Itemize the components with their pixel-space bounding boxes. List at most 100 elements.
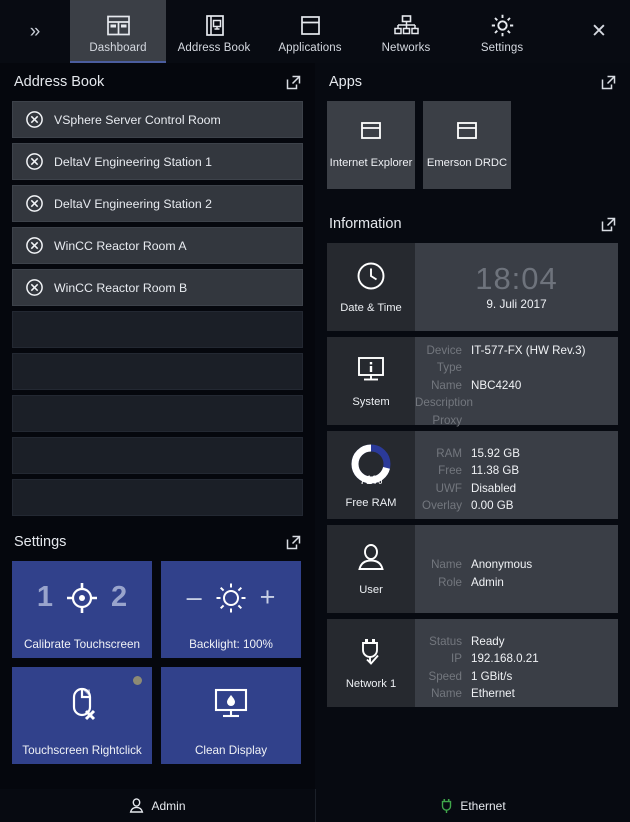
info-row-key: Speed (428, 669, 462, 683)
brightness-icon: – + (161, 561, 301, 634)
information-cards: Date & Time 18:04 9. Juli 2017 System De… (315, 243, 630, 707)
dashboard-app: » Dashboard Address Book Applications Ne… (0, 0, 630, 822)
app-tile-label: Emerson DRDC (426, 157, 508, 169)
address-book-row-empty[interactable] (12, 479, 303, 516)
nav-tab-list: Dashboard Address Book Applications Netw… (70, 0, 568, 63)
ram-icon-pane: 71% Free RAM (327, 431, 415, 519)
info-row-value: 11.38 GB (471, 464, 520, 477)
tile-right-text: + (259, 581, 276, 612)
info-card-datetime[interactable]: Date & Time 18:04 9. Juli 2017 (327, 243, 618, 331)
settings-tile[interactable]: Clean Display (161, 667, 301, 764)
info-row-value: 1 GBit/s (471, 669, 513, 683)
tile-right-text: 2 (111, 581, 128, 613)
window-icon (299, 13, 322, 38)
info-row-key: Description (415, 396, 473, 410)
tile-left-text: 1 (36, 581, 53, 613)
tab-label: Networks (381, 42, 431, 54)
information-header: Information (315, 205, 630, 243)
apps-title: Apps (329, 74, 363, 90)
network-tree-icon (393, 13, 419, 38)
address-book-row[interactable]: WinCC Reactor Room A (12, 227, 303, 264)
info-row: Description (415, 394, 606, 412)
address-book-row[interactable]: DeltaV Engineering Station 1 (12, 143, 303, 180)
disconnect-icon[interactable] (26, 279, 43, 296)
info-row: Overlay 0.00 GB (415, 497, 606, 515)
ram-percent: 71% (359, 475, 383, 487)
user-body: Name Anonymous Role Admin (415, 525, 618, 613)
address-book-title: Address Book (14, 74, 105, 90)
user-icon-pane: User (327, 525, 415, 613)
open-external-icon-information[interactable] (601, 217, 616, 232)
status-user-label: Admin (151, 798, 186, 813)
address-book-row-empty[interactable] (12, 395, 303, 432)
user-icon (356, 543, 386, 578)
open-external-icon-address-book[interactable] (286, 75, 301, 90)
apps-list: Internet Explorer Emerson DRDC (315, 101, 630, 189)
info-row-value: Ready (471, 634, 505, 648)
info-row-key: Name (431, 558, 462, 571)
tab-dashboard[interactable]: Dashboard (70, 0, 166, 63)
address-book-entry-label: DeltaV Engineering Station 2 (54, 196, 212, 211)
user-icon (129, 797, 144, 814)
donut-gauge-icon: 71% (349, 442, 393, 491)
tab-applications[interactable]: Applications (262, 0, 358, 63)
settings-tile-label: Backlight: 100% (189, 638, 273, 651)
settings-title: Settings (14, 534, 67, 550)
info-card-system[interactable]: System Device Type IT-577-FX (HW Rev.3) Na… (327, 337, 618, 427)
info-row: Device Type IT-577-FX (HW Rev.3) (415, 342, 606, 377)
open-external-icon-apps[interactable] (601, 75, 616, 90)
address-book-row-empty[interactable] (12, 311, 303, 348)
tab-label: Applications (278, 42, 342, 54)
tab-networks[interactable]: Networks (358, 0, 454, 63)
tab-label: Settings (480, 42, 524, 54)
tab-settings[interactable]: Settings (454, 0, 550, 63)
info-card-user[interactable]: User Name Anonymous Role Admin (327, 525, 618, 613)
network-icon-pane: Network 1 (327, 619, 415, 707)
disconnect-icon[interactable] (26, 111, 43, 128)
status-user[interactable]: Admin (0, 789, 315, 822)
disconnect-icon[interactable] (26, 195, 43, 212)
address-book-row[interactable]: VSphere Server Control Room (12, 101, 303, 138)
status-network[interactable]: Ethernet (315, 789, 630, 822)
info-row: Free 11.38 GB (415, 462, 606, 480)
address-book-entry-label: WinCC Reactor Room A (54, 238, 187, 253)
ram-label: Free RAM (345, 496, 397, 509)
address-book-row[interactable]: WinCC Reactor Room B (12, 269, 303, 306)
info-row-value: Admin (471, 575, 504, 589)
info-row: Status Ready (415, 633, 606, 651)
settings-tiles: 1 2 Calibrate Touchscreen – + Backlight: 100%… (0, 561, 315, 764)
info-row: RAM 15.92 GB (415, 445, 606, 463)
info-row-key: RAM (436, 446, 462, 460)
close-button[interactable]: ✕ (568, 0, 630, 63)
information-title: Information (329, 216, 402, 232)
address-book-row[interactable]: DeltaV Engineering Station 2 (12, 185, 303, 222)
app-tile[interactable]: Emerson DRDC (423, 101, 511, 189)
info-row-value: NBC4240 (471, 378, 522, 392)
disconnect-icon[interactable] (26, 153, 43, 170)
info-card-network[interactable]: Network 1 Status Ready IP 192.168.0.21 Speed… (327, 619, 618, 707)
app-tile[interactable]: Internet Explorer (327, 101, 415, 189)
disconnect-icon[interactable] (26, 237, 43, 254)
address-book-row-empty[interactable] (12, 437, 303, 474)
address-book-row-empty[interactable] (12, 353, 303, 390)
mouse-x-icon (12, 667, 152, 740)
address-book-entry-label: VSphere Server Control Room (54, 112, 221, 127)
open-external-icon-settings[interactable] (286, 535, 301, 550)
settings-tile[interactable]: Touchscreen Rightclick (12, 667, 152, 764)
dashboard-columns: Address Book VSphere Server Control Room… (0, 63, 630, 789)
settings-tile-label: Clean Display (194, 744, 268, 757)
monitor-info-icon (355, 355, 387, 390)
info-row-key: Role (438, 575, 462, 589)
expand-sidebar-button[interactable]: » (0, 0, 70, 63)
settings-header: Settings (0, 523, 315, 561)
right-column: Apps Internet Explorer Emerson DRDC Infor… (315, 63, 630, 789)
info-card-ram[interactable]: 71% Free RAM RAM 15.92 GB Free 11.38 GB UWF D… (327, 431, 618, 519)
settings-tile[interactable]: – + Backlight: 100% (161, 561, 301, 658)
info-row-key: Device Type (426, 343, 462, 375)
settings-tile[interactable]: 1 2 Calibrate Touchscreen (12, 561, 152, 658)
info-row-key: IP (451, 652, 462, 665)
info-row-key: Free (438, 464, 462, 477)
info-row: IP 192.168.0.21 (415, 650, 606, 668)
tab-address-book[interactable]: Address Book (166, 0, 262, 63)
gear-icon (490, 13, 515, 38)
